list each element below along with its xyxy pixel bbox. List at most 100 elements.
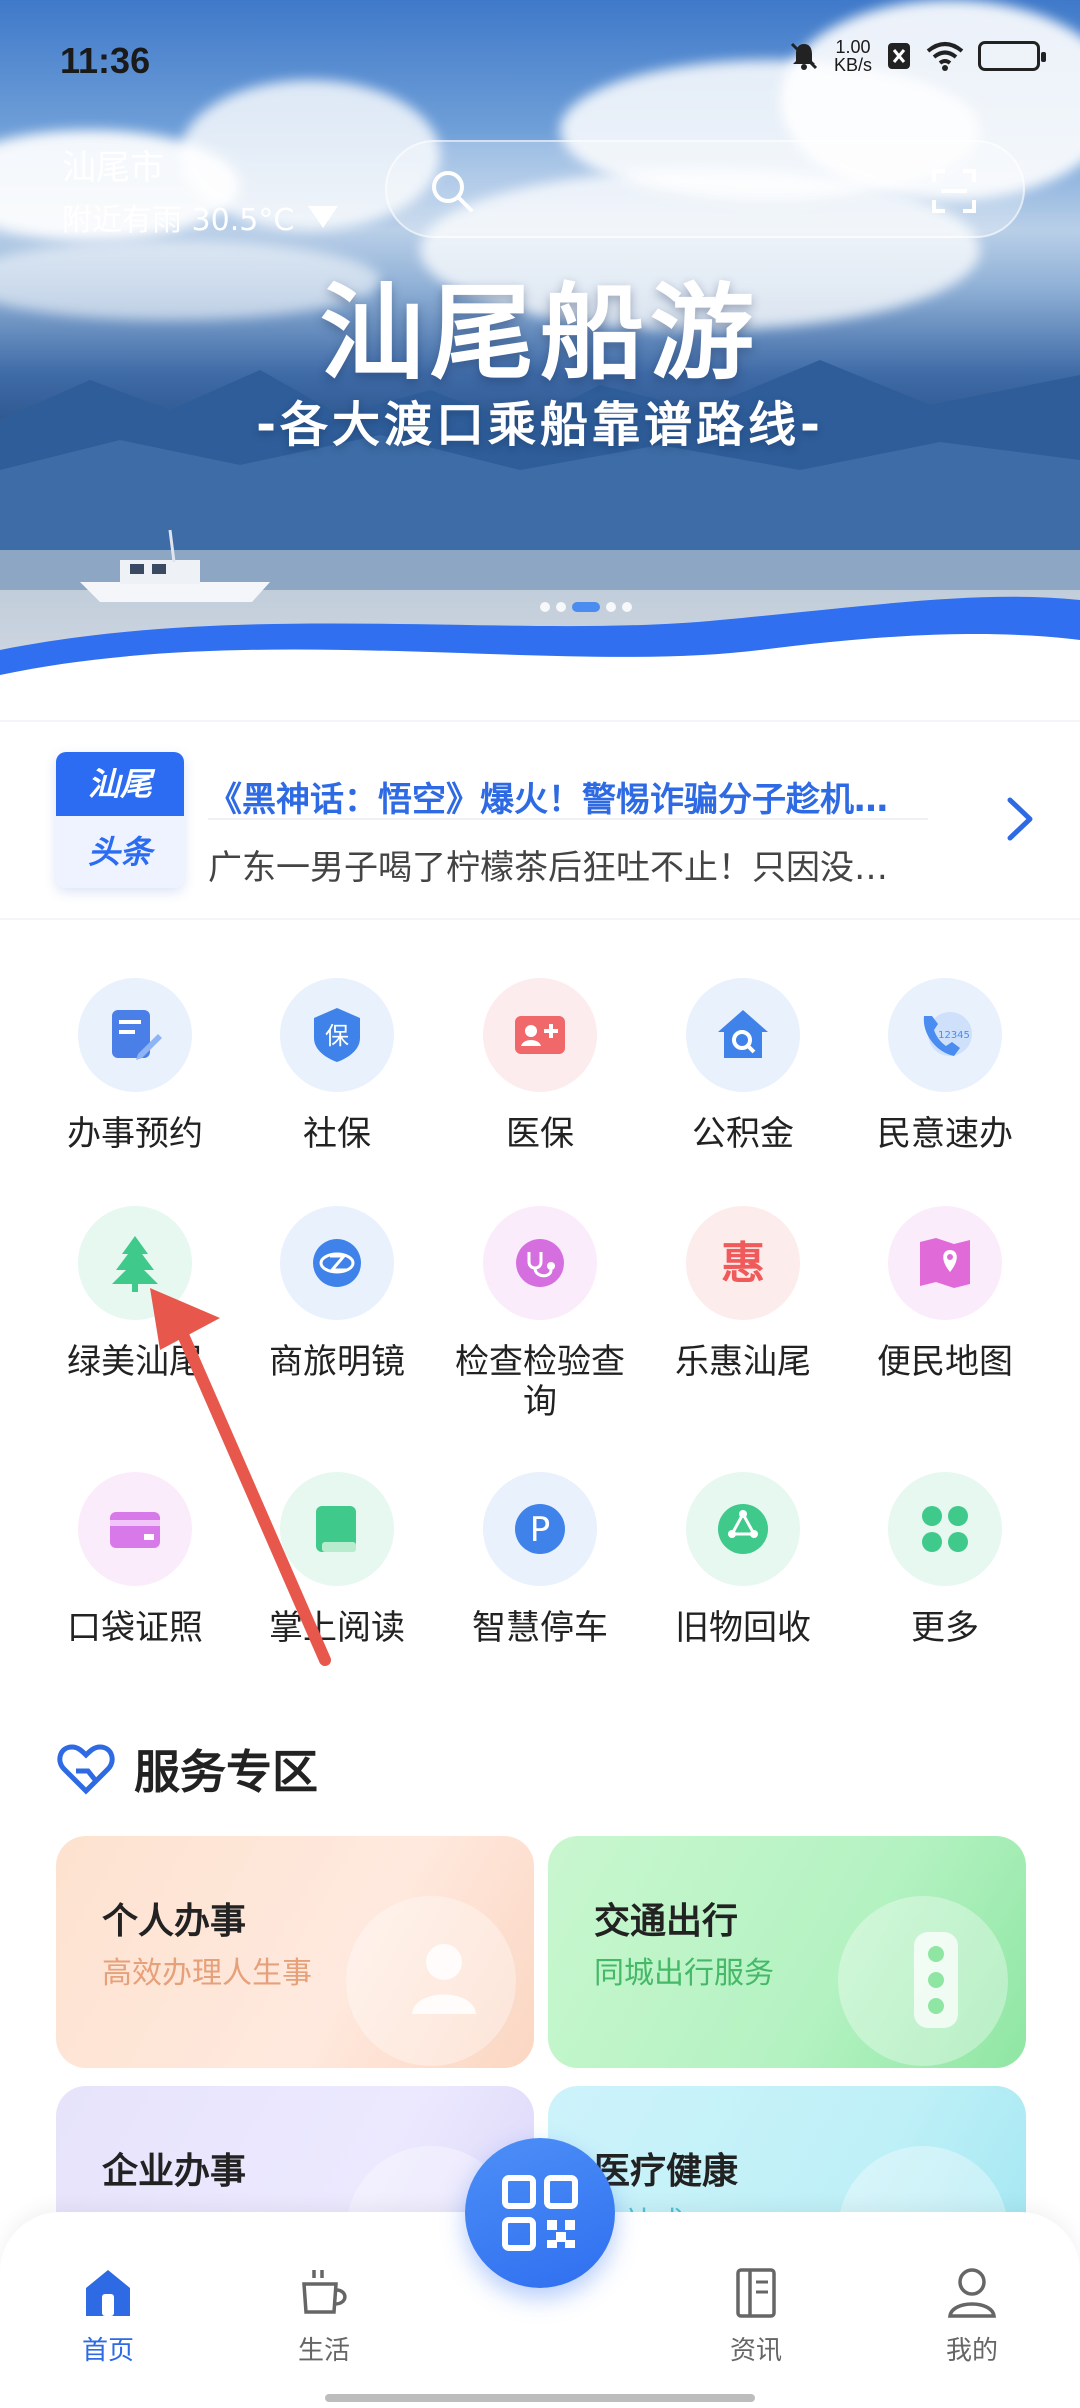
person-icon (412, 1944, 476, 2014)
net-speed-value: 1.00 (835, 37, 871, 57)
location-weather[interactable]: 汕尾市 附近有雨 30.5°C (62, 140, 339, 239)
grid-item-housing-fund[interactable]: 公积金 (643, 978, 843, 1154)
status-icons: 1.00 KB/s (788, 38, 1046, 74)
status-bar: 11:36 1.00 KB/s (0, 0, 1080, 120)
disc-icon (280, 1206, 394, 1320)
tab-label: 资讯 (729, 2336, 782, 2366)
parking-icon: P (483, 1472, 597, 1586)
section-title-text: 服务专区 (134, 1745, 318, 1799)
headline-news[interactable]: 汕尾 头条 《黑神话：悟空》爆火！警惕诈骗分子趁机… 广东一男子喝了柠檬茶后狂吐… (0, 722, 1080, 918)
svg-text:惠: 惠 (721, 1238, 765, 1289)
city-name: 汕尾市 (62, 148, 164, 188)
house-search-icon (686, 978, 800, 1092)
card-subtitle: 高效办理人生事 (102, 1956, 312, 1991)
tab-life[interactable]: 生活 (264, 2264, 384, 2367)
news-badge: 汕尾 头条 (56, 752, 184, 888)
grid-item-label: 医保 (506, 1114, 574, 1154)
qr-code-button[interactable] (465, 2138, 615, 2288)
grid-item-label: 掌上阅读 (269, 1608, 405, 1648)
carousel-dot (556, 602, 566, 612)
grid-item-medical-insurance[interactable]: 医保 (440, 978, 640, 1154)
battery-icon (978, 41, 1046, 71)
form-edit-icon (78, 978, 192, 1092)
grid-item-office-appointment[interactable]: 办事预约 (35, 978, 235, 1154)
grid-item-convenience-map[interactable]: 便民地图 (845, 1206, 1045, 1382)
card-title: 交通出行 (594, 1901, 739, 1942)
recycle-icon (686, 1472, 800, 1586)
card-transportation[interactable]: 交通出行 同城出行服务 (548, 1836, 1026, 2068)
grid-item-lehui-shanwei[interactable]: 惠 乐惠汕尾 (643, 1206, 843, 1382)
map-pin-icon (888, 1206, 1002, 1320)
net-speed-unit: KB/s (833, 55, 872, 75)
wifi-icon (926, 42, 964, 71)
user-icon (948, 2268, 996, 2318)
grid-item-label: 便民地图 (877, 1342, 1013, 1382)
carousel-dot (540, 602, 550, 612)
tab-home[interactable]: 首页 (48, 2264, 168, 2367)
grid-item-more[interactable]: 更多 (845, 1472, 1045, 1648)
grid-item-recycling[interactable]: 旧物回收 (643, 1472, 843, 1648)
card-title: 个人办事 (102, 1901, 247, 1942)
search-icon (432, 171, 473, 212)
home-icon (86, 2270, 130, 2316)
banner-wave (0, 596, 1080, 720)
svg-text:P: P (530, 1510, 551, 1550)
news-badge-bottom: 头条 (56, 816, 184, 888)
grid-item-business-travel[interactable]: 商旅明镜 (237, 1206, 437, 1382)
carousel-dot-active (572, 602, 600, 612)
book-icon (280, 1472, 394, 1586)
hui-icon: 惠 (686, 1206, 800, 1320)
carousel-dots (540, 602, 632, 612)
grid-item-label: 民意速办 (877, 1114, 1013, 1154)
no-sim-icon (888, 43, 910, 69)
traffic-light-icon (914, 1932, 958, 2028)
grid-item-mobile-reading[interactable]: 掌上阅读 (237, 1472, 437, 1648)
grid-item-label: 更多 (911, 1608, 979, 1648)
grid-item-exam-query[interactable]: 检查检验查询 (440, 1206, 640, 1422)
news-headline-2[interactable]: 广东一男子喝了柠檬茶后狂吐不止！只因没… (208, 840, 938, 889)
tree-icon (78, 1206, 192, 1320)
banner-subtitle: -各大渡口乘船靠谱路线- (256, 397, 824, 453)
grid-item-label: 乐惠汕尾 (675, 1342, 811, 1382)
dropdown-triangle-icon (308, 206, 339, 228)
grid-item-public-opinion[interactable]: 12345 民意速办 (845, 978, 1045, 1154)
tab-mine[interactable]: 我的 (912, 2264, 1032, 2367)
news-icon (736, 2268, 776, 2318)
grid-item-social-security[interactable]: 保 社保 (237, 978, 437, 1154)
weather-row: 附近有雨 30.5°C (62, 195, 339, 239)
svg-text:12345: 12345 (938, 1030, 970, 1041)
bell-muted-icon (790, 42, 818, 70)
grid-item-label: 办事预约 (67, 1114, 203, 1154)
shield-bao-icon: 保 (280, 978, 394, 1092)
svg-text:保: 保 (325, 1022, 349, 1050)
grid-item-smart-parking[interactable]: P 智慧停车 (440, 1472, 640, 1648)
scan-icon[interactable] (931, 168, 977, 214)
qr-code-icon (502, 2175, 578, 2251)
section-title: 服务专区 (56, 1736, 318, 1802)
card-title: 医疗健康 (594, 2151, 739, 2192)
card-personal-affairs[interactable]: 个人办事 高效办理人生事 (56, 1836, 534, 2068)
grid-item-pocket-license[interactable]: 口袋证照 (35, 1472, 235, 1648)
top-banner[interactable]: 11:36 1.00 KB/s 汕尾市 附近有雨 30.5°C 汕尾船游 -各大… (0, 0, 1080, 720)
grid-item-label: 商旅明镜 (269, 1342, 405, 1382)
banner-title: 汕尾船游 (319, 272, 760, 394)
stethoscope-icon (483, 1206, 597, 1320)
grid-item-label: 社保 (303, 1114, 371, 1154)
search-bar[interactable] (385, 140, 1025, 238)
news-headline-1[interactable]: 《黑神话：悟空》爆火！警惕诈骗分子趁机… (208, 772, 938, 821)
card-title: 企业办事 (102, 2151, 247, 2192)
tab-label: 生活 (297, 2336, 350, 2366)
grid-item-label: 绿美汕尾 (67, 1342, 203, 1382)
status-time: 11:36 (60, 40, 151, 81)
net-speed: 1.00 KB/s (834, 38, 872, 74)
cup-icon (302, 2270, 347, 2314)
chevron-right-icon[interactable] (1000, 794, 1040, 844)
grid-item-label: 旧物回收 (675, 1608, 811, 1648)
carousel-dot (622, 602, 632, 612)
tab-news[interactable]: 资讯 (696, 2264, 816, 2367)
weather-text: 附近有雨 30.5°C (62, 203, 295, 238)
grid-item-green-shanwei[interactable]: 绿美汕尾 (35, 1206, 235, 1382)
clover-more-icon (888, 1472, 1002, 1586)
service-grid: 办事预约 保 社保 医保 公积金 12345 民意速办 绿美汕尾 商旅明镜 检查… (0, 920, 1080, 1680)
grid-item-label: 智慧停车 (472, 1608, 608, 1648)
